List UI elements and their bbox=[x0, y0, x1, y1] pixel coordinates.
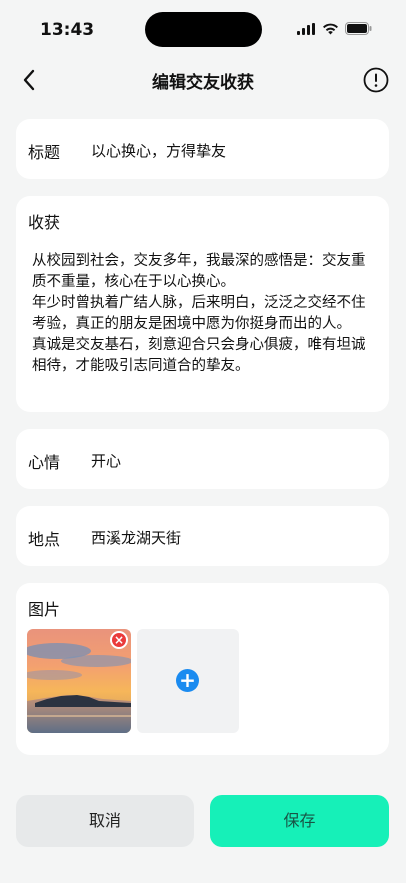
location-input[interactable]: 西溪龙湖天街 bbox=[91, 527, 181, 548]
remove-photo-icon[interactable]: × bbox=[110, 631, 128, 649]
title-card[interactable]: 标题 以心换心，方得挚友 bbox=[16, 119, 389, 179]
info-icon[interactable] bbox=[363, 67, 389, 93]
add-photo-tile[interactable]: + bbox=[137, 629, 239, 733]
add-icon[interactable]: + bbox=[176, 669, 199, 692]
mood-card[interactable]: 心情 开心 bbox=[16, 429, 389, 489]
images-label: 图片 bbox=[28, 600, 61, 619]
title-input[interactable]: 以心换心，方得挚友 bbox=[91, 140, 226, 161]
status-icons bbox=[297, 22, 372, 35]
title-label: 标题 bbox=[28, 143, 61, 162]
mood-input[interactable]: 开心 bbox=[91, 450, 121, 471]
page-title: 编辑交友收获 bbox=[152, 73, 254, 93]
location-card[interactable]: 地点 西溪龙湖天街 bbox=[16, 506, 389, 566]
signal-icon bbox=[297, 22, 315, 35]
save-button[interactable]: 保存 bbox=[210, 795, 389, 847]
harvest-card: 收获 从校园到社会，交友多年，我最深的感悟是：交友重质不重量，核心在于以心换心。… bbox=[16, 196, 389, 412]
status-bar: 13:43 bbox=[0, 0, 406, 56]
cancel-button[interactable]: 取消 bbox=[16, 795, 194, 847]
mood-label: 心情 bbox=[28, 453, 61, 472]
harvest-textarea[interactable]: 从校园到社会，交友多年，我最深的感悟是：交友重质不重量，核心在于以心换心。 年少… bbox=[32, 251, 372, 377]
battery-icon bbox=[345, 22, 372, 35]
location-label: 地点 bbox=[28, 530, 61, 549]
navigation-bar: 编辑交友收获 bbox=[0, 58, 406, 102]
wifi-icon bbox=[323, 23, 338, 34]
harvest-label: 收获 bbox=[28, 213, 61, 232]
dynamic-island bbox=[145, 12, 262, 47]
status-time: 13:43 bbox=[40, 20, 95, 40]
images-card: 图片 × + bbox=[16, 583, 389, 755]
